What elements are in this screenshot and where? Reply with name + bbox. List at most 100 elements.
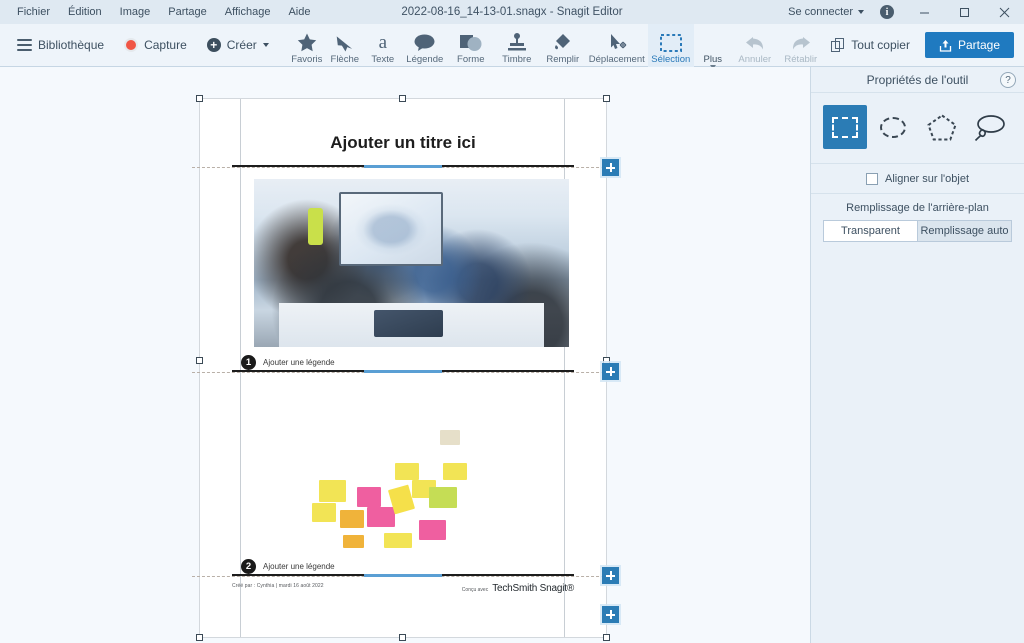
copy-all-label: Tout copier <box>851 38 910 52</box>
tool-fleche[interactable]: Flèche <box>326 24 364 67</box>
tool-properties-panel: Propriétés de l'outil ? Aligner sur l'ob… <box>810 67 1024 643</box>
maximize-button[interactable] <box>944 0 984 24</box>
shape-ellipse-selection[interactable] <box>871 105 915 149</box>
tool-plus[interactable]: Plus <box>694 24 732 69</box>
info-icon[interactable]: i <box>880 5 894 19</box>
snagit-editor-window: Fichier Édition Image Partage Affichage … <box>0 0 1024 643</box>
menu-item-aide[interactable]: Aide <box>279 3 319 21</box>
document-selection[interactable]: Ajouter un titre ici 1 Ajouter une légen… <box>192 95 619 641</box>
tool-forme[interactable]: Forme <box>448 24 494 67</box>
help-icon[interactable]: ? <box>1000 72 1016 88</box>
toolbar-left-group: Bibliothèque Capture + Créer <box>0 32 278 58</box>
share-button[interactable]: Partage <box>924 32 1014 58</box>
snap-checkbox[interactable] <box>865 173 878 185</box>
shape-polygon-selection[interactable] <box>920 105 964 149</box>
tool-deplacement[interactable]: Déplacement <box>586 24 648 67</box>
add-section-button-3[interactable] <box>602 567 619 584</box>
sticky-note <box>342 534 364 549</box>
footer-author: Créé par : Cynthia | mardi 16 août 2022 <box>232 583 324 589</box>
maximize-icon <box>959 7 969 17</box>
tool-label: Flèche <box>330 53 360 65</box>
tool-label: Favoris <box>291 53 323 65</box>
tool-timbre[interactable]: Timbre <box>494 24 540 67</box>
sticky-note <box>384 533 412 549</box>
caption-text-2[interactable]: Ajouter une légende <box>263 562 335 571</box>
sticky-note <box>429 486 457 509</box>
share-icon <box>939 39 952 52</box>
document-title-block[interactable]: Ajouter un titre ici <box>200 133 606 153</box>
tool-legende[interactable]: Légende <box>402 24 448 67</box>
tool-texte[interactable]: a Texte <box>364 24 402 67</box>
tool-favoris[interactable]: Favoris <box>288 24 326 67</box>
add-section-button-4[interactable] <box>602 606 619 623</box>
snap-to-object-row[interactable]: Aligner sur l'objet <box>811 164 1024 194</box>
techsmith-snagit-logo: TechSmith Snagit® <box>492 583 574 594</box>
photo1-hi-vis-vest <box>307 207 324 245</box>
chevron-down-icon <box>858 10 864 14</box>
sign-in-button[interactable]: Se connecter <box>782 6 870 18</box>
rectangle-dashed-icon <box>832 116 859 138</box>
menu-item-affichage[interactable]: Affichage <box>216 3 280 21</box>
menu-item-partage[interactable]: Partage <box>159 3 216 21</box>
footer-brand-block: Conçu avec TechSmith Snagit® <box>462 583 574 594</box>
photo1-blueprint <box>373 310 443 337</box>
resize-handle-bottom-right[interactable] <box>603 634 610 641</box>
shape-lasso-selection[interactable] <box>968 105 1012 149</box>
tool-selection[interactable]: Sélection <box>647 23 694 67</box>
capture-button[interactable]: Capture <box>115 32 196 58</box>
tool-label: Déplacement <box>588 53 645 65</box>
tool-label: Plus <box>703 53 723 65</box>
create-button[interactable]: + Créer <box>198 32 278 58</box>
resize-handle-middle-left[interactable] <box>196 357 203 364</box>
ellipse-dashed-icon <box>880 116 907 138</box>
add-section-button-1[interactable] <box>602 159 619 176</box>
plus-icon <box>606 367 615 376</box>
canvas-area[interactable]: Ajouter un titre ici 1 Ajouter une légen… <box>0 67 810 643</box>
sticky-note <box>311 503 337 522</box>
fill-bucket-icon <box>553 32 573 54</box>
caption-number-1: 1 <box>241 355 256 370</box>
menu-item-edition[interactable]: Édition <box>59 3 111 21</box>
resize-handle-top-center[interactable] <box>399 95 406 102</box>
tool-label: Timbre <box>502 53 532 65</box>
add-section-button-2[interactable] <box>602 363 619 380</box>
plus-circle-icon: + <box>206 38 221 52</box>
tool-annuler[interactable]: Annuler <box>732 24 778 67</box>
tool-retablir[interactable]: Rétablir <box>778 24 824 67</box>
share-label: Partage <box>957 38 1000 52</box>
section-image-2[interactable] <box>236 383 581 550</box>
section-image-1[interactable] <box>254 179 569 347</box>
shape-rectangle-selection[interactable] <box>823 105 868 149</box>
resize-handle-top-left[interactable] <box>196 95 203 102</box>
polygon-dashed-icon <box>926 113 957 140</box>
panel-header: Propriétés de l'outil ? <box>811 67 1024 93</box>
separator-accent <box>364 574 442 577</box>
library-label: Bibliothèque <box>38 38 105 52</box>
resize-handle-top-right[interactable] <box>603 95 610 102</box>
fill-option-auto[interactable]: Remplissage auto <box>918 220 1012 242</box>
resize-handle-bottom-center[interactable] <box>399 634 406 641</box>
copy-icon <box>831 38 845 52</box>
document-page[interactable]: Ajouter un titre ici 1 Ajouter une légen… <box>192 98 614 638</box>
fill-option-transparent[interactable]: Transparent <box>823 220 918 242</box>
caption-text-1[interactable]: Ajouter une légende <box>263 358 335 367</box>
tool-remplir[interactable]: Remplir <box>540 24 586 67</box>
resize-handle-bottom-left[interactable] <box>196 634 203 641</box>
library-button[interactable]: Bibliothèque <box>8 32 113 58</box>
shape-icon <box>459 32 482 54</box>
tool-label: Remplir <box>546 53 580 65</box>
close-button[interactable] <box>984 0 1024 24</box>
copy-all-button[interactable]: Tout copier <box>824 33 917 57</box>
sticky-note <box>339 509 364 529</box>
menu-item-fichier[interactable]: Fichier <box>8 3 59 21</box>
menu-item-image[interactable]: Image <box>111 3 160 21</box>
page-title[interactable]: Ajouter un titre ici <box>330 133 475 152</box>
callout-icon <box>414 32 435 54</box>
selection-shape-row <box>811 93 1024 164</box>
sticky-note <box>394 463 419 480</box>
sticky-note <box>443 463 468 480</box>
snap-label: Aligner sur l'objet <box>884 173 970 185</box>
guide-left <box>240 99 241 637</box>
minimize-button[interactable] <box>904 0 944 24</box>
plus-icon <box>606 163 615 172</box>
